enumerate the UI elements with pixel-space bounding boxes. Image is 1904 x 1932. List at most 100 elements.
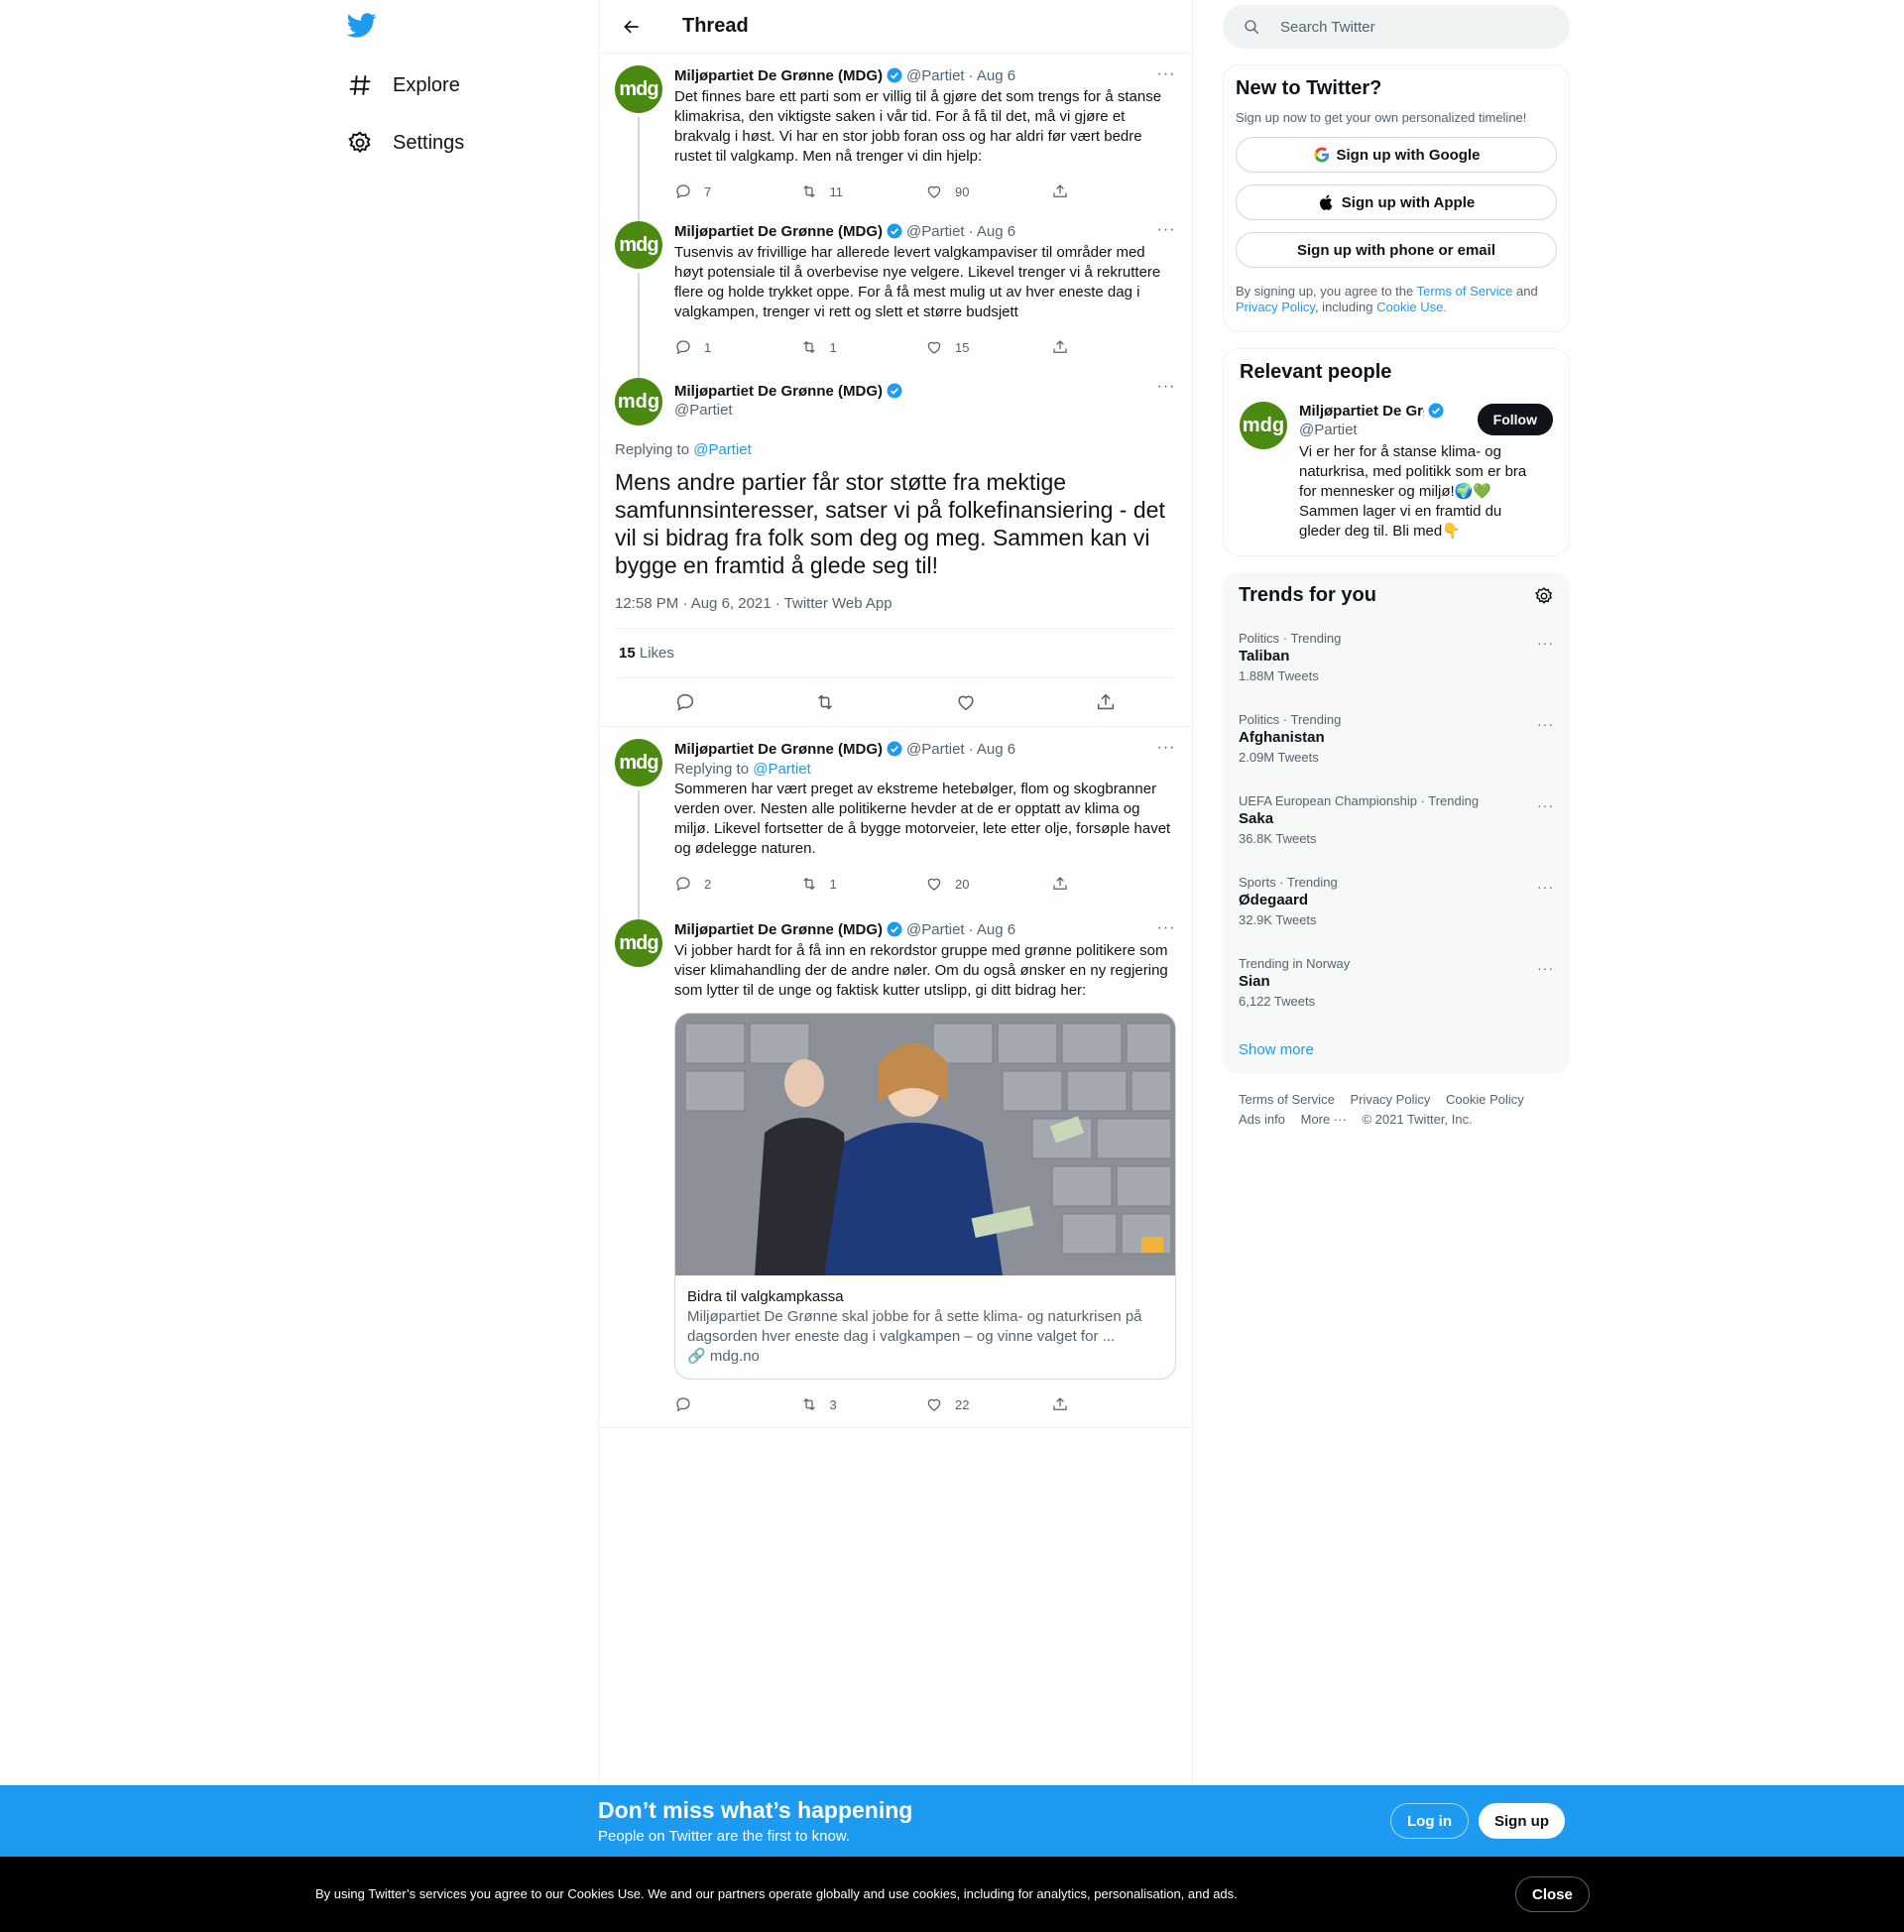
author-handle[interactable]: @Partiet <box>906 223 965 240</box>
page-title: Thread <box>682 15 749 37</box>
retweet-button[interactable]: 3 <box>800 1395 926 1413</box>
tweet-date[interactable]: · Aug 6 <box>969 741 1016 758</box>
close-button[interactable]: Close <box>1515 1876 1590 1912</box>
reply-icon <box>676 877 690 892</box>
share-button[interactable] <box>1051 1395 1177 1413</box>
login-button[interactable]: Log in <box>1390 1803 1469 1839</box>
terms-of-service-link[interactable]: Terms of Service <box>1417 284 1513 299</box>
link-card[interactable]: Bidra til valgkampkassa Miljøpartiet De … <box>674 1013 1176 1380</box>
author-handle[interactable]: @Partiet <box>906 741 965 758</box>
more-icon[interactable]: ··· <box>1156 221 1176 241</box>
retweet-icon <box>802 877 815 891</box>
replying-to: Replying to @Partiet <box>615 441 1176 458</box>
retweet-button[interactable]: 1 <box>800 338 926 356</box>
more-icon[interactable]: ··· <box>1537 635 1554 651</box>
tweet-meta[interactable]: 12:58 PM · Aug 6, 2021 · Twitter Web App <box>615 595 1176 629</box>
avatar[interactable]: mdg <box>615 221 662 269</box>
more-icon[interactable]: ··· <box>1156 739 1176 759</box>
trend-item[interactable]: Trending in Norway Sian 6,122 Tweets ··· <box>1223 944 1570 1026</box>
link-card-domain: 🔗 mdg.no <box>687 1347 1163 1367</box>
likes-summary[interactable]: 15 Likes <box>615 629 1176 678</box>
back-arrow-icon[interactable] <box>615 10 649 44</box>
author-handle[interactable]: @Partiet <box>906 67 965 84</box>
more-icon[interactable]: ··· <box>1537 797 1554 813</box>
author-handle[interactable]: @Partiet <box>906 921 965 938</box>
signup-google-button[interactable]: Sign up with Google <box>1236 137 1557 173</box>
tweet[interactable]: mdg ··· Miljøpartiet De Grønne (MDG) @Pa… <box>599 209 1192 366</box>
footer-cookie-link[interactable]: Cookie Policy <box>1446 1092 1524 1107</box>
author-name[interactable]: Miljøpartiet De Grønne (MDG) <box>674 921 883 938</box>
more-icon[interactable]: ··· <box>1156 65 1176 85</box>
reply-button[interactable] <box>674 1395 800 1413</box>
footer-ads-link[interactable]: Ads info <box>1239 1112 1285 1127</box>
privacy-policy-link[interactable]: Privacy Policy <box>1236 300 1315 314</box>
tweet-date[interactable]: · Aug 6 <box>969 67 1016 84</box>
avatar[interactable]: mdg <box>615 378 662 425</box>
like-count: 22 <box>955 1396 970 1412</box>
signup-apple-button[interactable]: Sign up with Apple <box>1236 184 1557 220</box>
more-icon[interactable]: ··· <box>1537 716 1554 732</box>
cookie-use-link[interactable]: Cookie Use <box>1376 300 1443 314</box>
more-icon[interactable]: ··· <box>1537 960 1554 976</box>
replying-to-link[interactable]: @Partiet <box>753 761 811 778</box>
follow-button[interactable]: Follow <box>1477 404 1553 435</box>
trend-category: Sports · Trending <box>1239 875 1338 890</box>
reply-button[interactable]: 1 <box>674 338 800 356</box>
retweet-icon[interactable] <box>814 691 836 713</box>
footer-more-link[interactable]: More ··· <box>1301 1112 1347 1127</box>
tweet[interactable]: mdg ··· Miljøpartiet De Grønne (MDG) @Pa… <box>599 54 1192 209</box>
signup-button[interactable]: Sign up <box>1479 1803 1565 1839</box>
person-name[interactable]: Miljøpartiet De Grønne (MDG) <box>1299 403 1424 420</box>
nav-settings[interactable]: Settings <box>347 119 464 167</box>
author-name[interactable]: Miljøpartiet De Grønne (MDG) <box>674 67 883 84</box>
share-button[interactable] <box>1051 338 1177 356</box>
share-button[interactable] <box>1051 875 1177 893</box>
reply-icon[interactable] <box>674 691 696 713</box>
retweet-button[interactable]: 11 <box>800 182 926 200</box>
tweet[interactable]: mdg ··· Miljøpartiet De Grønne (MDG) @Pa… <box>599 727 1192 907</box>
replying-to: Replying to @Partiet <box>674 761 1176 778</box>
more-icon[interactable]: ··· <box>1156 919 1176 939</box>
more-icon[interactable]: ··· <box>1537 879 1554 895</box>
avatar[interactable]: mdg <box>615 919 662 967</box>
terms-text: , including <box>1314 300 1377 314</box>
nav-explore[interactable]: Explore <box>347 61 460 109</box>
tweet[interactable]: mdg ··· Miljøpartiet De Grønne (MDG) @Pa… <box>599 907 1192 1428</box>
author-name[interactable]: Miljøpartiet De Grønne (MDG) <box>674 223 883 240</box>
tweet-date[interactable]: · Aug 6 <box>969 223 1016 240</box>
avatar[interactable]: mdg <box>615 65 662 113</box>
trend-item[interactable]: Sports · Trending Ødegaard 32.9K Tweets … <box>1223 863 1570 944</box>
search-input[interactable]: Search Twitter <box>1223 5 1570 49</box>
twitter-logo-icon[interactable] <box>346 10 379 42</box>
author-name[interactable]: Miljøpartiet De Grønne (MDG) <box>674 383 883 400</box>
replying-to-link[interactable]: @Partiet <box>693 441 752 458</box>
share-button[interactable] <box>1051 182 1177 200</box>
like-button[interactable]: 22 <box>925 1395 1051 1413</box>
tweet-date[interactable]: · Aug 6 <box>969 921 1016 938</box>
avatar[interactable]: mdg <box>615 739 662 786</box>
author-handle[interactable]: @Partiet <box>674 402 1176 419</box>
reply-button[interactable]: 2 <box>674 875 800 893</box>
trend-item[interactable]: UEFA European Championship · Trending Sa… <box>1223 782 1570 863</box>
avatar[interactable]: mdg <box>1240 402 1287 449</box>
share-icon[interactable] <box>1095 691 1117 713</box>
like-count: 15 <box>955 339 970 355</box>
author-name[interactable]: Miljøpartiet De Grønne (MDG) <box>674 741 883 758</box>
show-more-link[interactable]: Show more <box>1223 1026 1570 1074</box>
retweet-button[interactable]: 1 <box>800 875 926 893</box>
footer-tos-link[interactable]: Terms of Service <box>1239 1092 1335 1107</box>
search-placeholder: Search Twitter <box>1280 18 1375 36</box>
like-button[interactable]: 90 <box>925 182 1051 200</box>
reply-button[interactable]: 7 <box>674 182 800 200</box>
heart-icon[interactable] <box>955 691 977 713</box>
trend-item[interactable]: Politics · Trending Taliban 1.88M Tweets… <box>1223 619 1570 700</box>
footer-privacy-link[interactable]: Privacy Policy <box>1350 1092 1430 1107</box>
like-button[interactable]: 20 <box>925 875 1051 893</box>
gear-icon[interactable] <box>1534 586 1554 606</box>
trend-item[interactable]: Politics · Trending Afghanistan 2.09M Tw… <box>1223 700 1570 782</box>
more-icon[interactable]: ··· <box>1156 378 1176 398</box>
like-button[interactable]: 15 <box>925 338 1051 356</box>
signup-phone-button[interactable]: Sign up with phone or email <box>1236 232 1557 268</box>
verified-badge-icon <box>887 741 902 757</box>
person-card[interactable]: mdg Miljøpartiet De Grønne (MDG) @Partie… <box>1240 402 1553 542</box>
